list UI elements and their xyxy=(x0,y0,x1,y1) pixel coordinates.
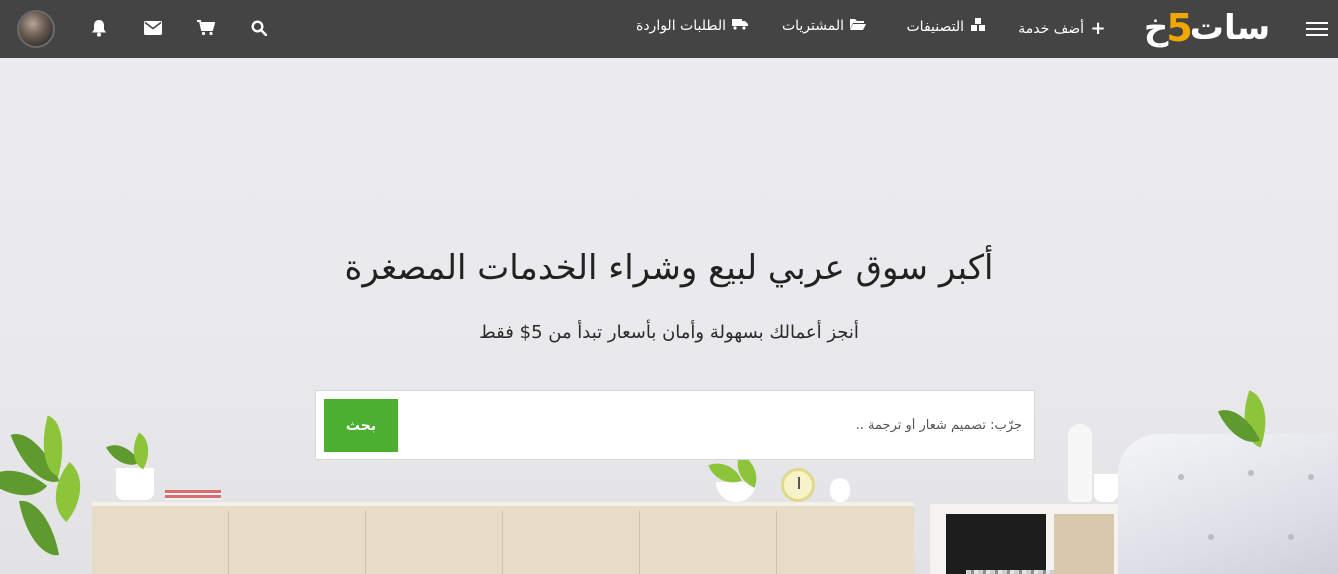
bell-icon[interactable] xyxy=(87,16,111,40)
envelope-icon[interactable] xyxy=(141,16,165,40)
nav-categories-label: التصنيفات xyxy=(906,19,965,35)
logo-five: 5 xyxy=(1166,6,1192,50)
cubes-icon xyxy=(970,18,986,36)
nav-incoming-orders[interactable]: الطلبات الواردة xyxy=(636,18,748,34)
hero-title: أكبر سوق عربي لبيع وشراء الخدمات المصغرة xyxy=(344,248,994,288)
book-stack-decoration xyxy=(165,490,221,500)
logo-text-end: سات xyxy=(1189,8,1271,48)
hero-section: أكبر سوق عربي لبيع وشراء الخدمات المصغرة… xyxy=(0,58,1338,574)
logo-text-start: خ xyxy=(1143,8,1169,48)
armchair-decoration xyxy=(1118,434,1338,574)
cabinet-decoration xyxy=(92,502,914,574)
vase-decoration xyxy=(1068,424,1092,502)
clock-decoration xyxy=(781,468,815,502)
search-form: بحث xyxy=(315,390,1035,460)
hamburger-menu-icon[interactable] xyxy=(1306,18,1330,40)
search-button[interactable]: بحث xyxy=(324,399,398,452)
plant-pot xyxy=(116,468,154,500)
nav-categories[interactable]: التصنيفات xyxy=(907,18,987,36)
plant-decoration xyxy=(0,415,100,574)
folder-open-icon xyxy=(850,18,866,34)
nav-purchases-label: المشتريات xyxy=(781,18,844,34)
cart-icon[interactable] xyxy=(194,16,218,40)
search-icon[interactable] xyxy=(247,16,271,40)
nav-purchases[interactable]: المشتريات xyxy=(782,18,866,34)
nav-incoming-orders-label: الطلبات الواردة xyxy=(635,18,726,34)
hero-subtitle: أنجز أعمالك بسهولة وأمان بأسعار تبدأ من … xyxy=(479,322,859,343)
plus-icon: + xyxy=(1090,18,1106,39)
truck-icon xyxy=(732,18,748,34)
search-input[interactable] xyxy=(412,399,1022,451)
user-avatar[interactable] xyxy=(17,10,55,48)
nav-add-service[interactable]: + أضف خدمة xyxy=(1018,18,1106,39)
site-logo[interactable]: خ 5 سات xyxy=(1132,6,1282,50)
shelf-decoration xyxy=(930,504,1120,574)
nav-add-service-label: أضف خدمة xyxy=(1018,20,1084,37)
top-navbar: خ 5 سات + أضف خدمة التصنيفات المشتريات ا… xyxy=(0,0,1338,58)
